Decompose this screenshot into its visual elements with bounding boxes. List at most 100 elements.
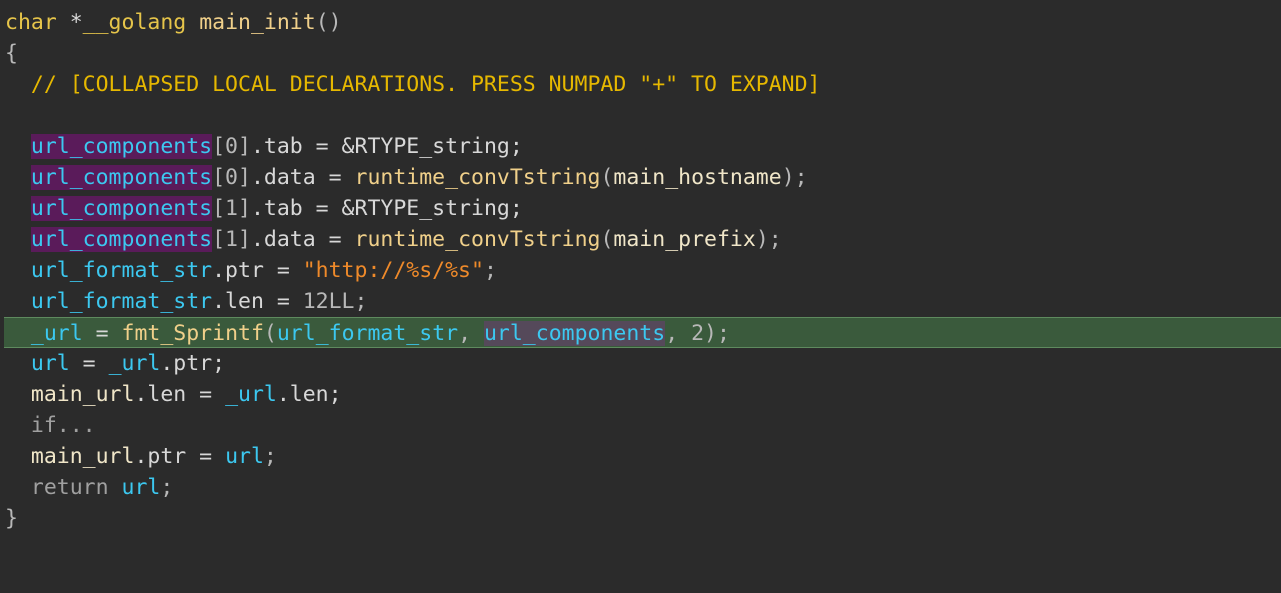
collapsed-marker bbox=[4, 0, 18, 2]
code-token: return bbox=[5, 475, 122, 500]
code-token: .ptr; bbox=[160, 351, 226, 376]
code-token[interactable]: _url bbox=[109, 351, 161, 376]
code-line-text: url_components[0].tab = &RTYPE_string; bbox=[5, 131, 523, 162]
code-token: = bbox=[82, 321, 122, 346]
code-token: ( bbox=[600, 165, 614, 190]
code-line-text: // [COLLAPSED LOCAL DECLARATIONS. PRESS … bbox=[5, 69, 821, 100]
code-token[interactable]: url_components bbox=[30, 134, 213, 159]
code-line-text: url = _url.ptr; bbox=[5, 348, 225, 379]
code-token: ; bbox=[483, 258, 497, 283]
code-line[interactable]: url_components[1].data = runtime_convTst… bbox=[0, 224, 1281, 255]
code-token[interactable]: url_components bbox=[483, 321, 666, 346]
code-token: .data = bbox=[250, 165, 355, 190]
code-token: .tab = &RTYPE_string; bbox=[250, 196, 523, 221]
code-line-text: url_components[0].data = runtime_convTst… bbox=[5, 162, 808, 193]
code-token: .len; bbox=[276, 382, 342, 407]
code-line[interactable]: if... bbox=[0, 410, 1281, 441]
code-token[interactable]: main_url bbox=[31, 382, 135, 407]
code-line-text: if... bbox=[5, 410, 96, 441]
code-line[interactable] bbox=[0, 100, 1281, 131]
code-line-text: _url = fmt_Sprintf(url_format_str, url_c… bbox=[5, 318, 730, 349]
code-token: 2 bbox=[691, 321, 705, 346]
code-line[interactable]: url_format_str.len = 12LL; bbox=[0, 286, 1281, 317]
code-token: , bbox=[665, 321, 692, 346]
code-token: ( bbox=[600, 227, 614, 252]
code-token[interactable]: url bbox=[31, 351, 70, 376]
code-line[interactable]: url_components[1].tab = &RTYPE_string; bbox=[0, 193, 1281, 224]
code-line[interactable]: url_components[0].tab = &RTYPE_string; bbox=[0, 131, 1281, 162]
code-token: .ptr = bbox=[134, 444, 226, 469]
code-token: // [COLLAPSED LOCAL DECLARATIONS. PRESS … bbox=[5, 72, 821, 97]
code-token: .ptr = bbox=[212, 258, 303, 283]
code-line[interactable]: // [COLLAPSED LOCAL DECLARATIONS. PRESS … bbox=[0, 69, 1281, 100]
code-token: , bbox=[458, 321, 484, 346]
code-token[interactable]: url_format_str bbox=[31, 289, 212, 314]
code-line-text: main_url.ptr = url; bbox=[5, 441, 277, 472]
code-line-text: char *__golang main_init() bbox=[5, 7, 342, 38]
code-line[interactable]: url = _url.ptr; bbox=[0, 348, 1281, 379]
code-token[interactable]: url bbox=[225, 444, 264, 469]
code-line[interactable]: main_url.len = _url.len; bbox=[0, 379, 1281, 410]
code-token[interactable]: url_format_str bbox=[277, 321, 458, 346]
code-token: [1] bbox=[212, 227, 251, 252]
code-line[interactable]: { bbox=[0, 38, 1281, 69]
code-token[interactable]: url_format_str bbox=[31, 258, 212, 283]
code-token[interactable]: main_prefix bbox=[613, 227, 755, 252]
code-token: ; bbox=[160, 475, 174, 500]
code-line-current[interactable]: _url = fmt_Sprintf(url_format_str, url_c… bbox=[4, 317, 1281, 348]
code-line[interactable]: } bbox=[0, 503, 1281, 534]
code-token: } bbox=[5, 506, 18, 531]
code-line-text: url_components[1].data = runtime_convTst… bbox=[5, 224, 782, 255]
code-token[interactable]: url_components bbox=[30, 165, 213, 190]
code-token[interactable]: _url bbox=[225, 382, 277, 407]
code-line[interactable]: char *__golang main_init() bbox=[0, 7, 1281, 38]
code-token[interactable]: main_init bbox=[199, 10, 316, 35]
code-token: ; bbox=[354, 289, 368, 314]
code-token: ); bbox=[755, 227, 782, 252]
code-token: ( bbox=[263, 321, 277, 346]
code-token[interactable]: runtime_convTstring bbox=[355, 227, 601, 252]
code-token: 12LL bbox=[302, 289, 355, 314]
code-token: .data = bbox=[250, 227, 355, 252]
code-line-text: url_format_str.len = 12LL; bbox=[5, 286, 368, 317]
code-token: [0] bbox=[212, 165, 251, 190]
code-line-text: return url; bbox=[5, 472, 173, 503]
code-token[interactable]: url_components bbox=[30, 227, 213, 252]
code-token: = bbox=[69, 351, 109, 376]
code-line[interactable]: url_components[0].data = runtime_convTst… bbox=[0, 162, 1281, 193]
code-token: .len = bbox=[134, 382, 226, 407]
code-token[interactable]: _url bbox=[31, 321, 83, 346]
code-token[interactable]: main_hostname bbox=[613, 165, 781, 190]
code-line[interactable]: url_format_str.ptr = "http://%s/%s"; bbox=[0, 255, 1281, 286]
pseudocode-editor[interactable]: char *__golang main_init() { // [COLLAPSE… bbox=[0, 0, 1281, 593]
code-line-text: { bbox=[5, 38, 18, 69]
code-token[interactable]: fmt_Sprintf bbox=[122, 321, 264, 346]
code-token: char bbox=[5, 10, 57, 35]
code-line-text: } bbox=[5, 503, 18, 534]
code-token: ); bbox=[704, 321, 730, 346]
code-token: .len = bbox=[212, 289, 303, 314]
code-token[interactable]: url bbox=[122, 475, 161, 500]
code-token: * bbox=[56, 10, 83, 35]
code-token: [0] bbox=[212, 134, 251, 159]
code-line[interactable]: main_url.ptr = url; bbox=[0, 441, 1281, 472]
code-token[interactable]: runtime_convTstring bbox=[355, 165, 601, 190]
code-line-text: url_components[1].tab = &RTYPE_string; bbox=[5, 193, 523, 224]
code-token[interactable]: url_components bbox=[30, 196, 213, 221]
code-token: .tab = &RTYPE_string; bbox=[250, 134, 523, 159]
code-line[interactable]: return url; bbox=[0, 472, 1281, 503]
code-token: { bbox=[5, 41, 18, 66]
code-token: ; bbox=[263, 444, 277, 469]
code-token[interactable]: main_url bbox=[31, 444, 135, 469]
